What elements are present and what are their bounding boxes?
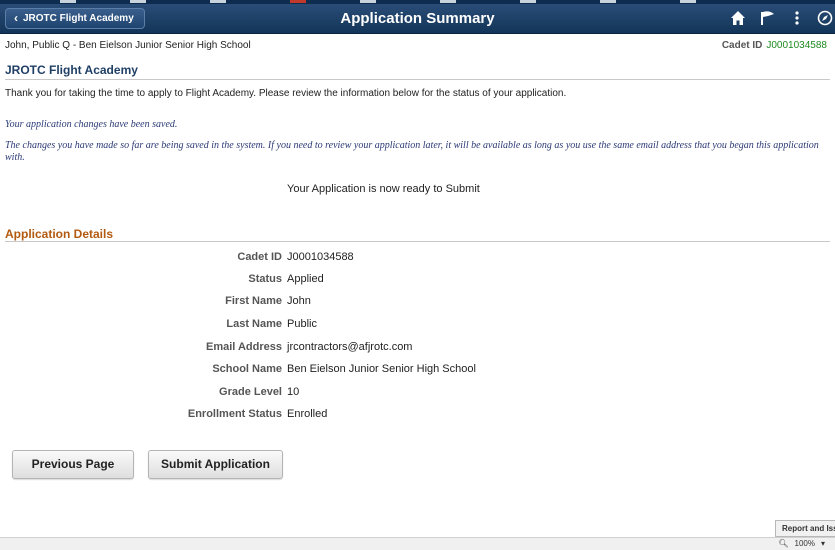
detail-value: jrcontractors@afjrotc.com bbox=[287, 341, 413, 353]
detail-value: Applied bbox=[287, 273, 324, 285]
detail-row: Enrollment Status Enrolled bbox=[0, 405, 835, 425]
detail-label: Status bbox=[248, 273, 282, 285]
details-section-title: Application Details bbox=[5, 227, 114, 241]
back-button-label: JROTC Flight Academy bbox=[23, 13, 134, 24]
section-title: JROTC Flight Academy bbox=[5, 63, 138, 77]
submit-application-button[interactable]: Submit Application bbox=[148, 450, 283, 479]
chevron-left-icon: ‹ bbox=[14, 11, 18, 25]
detail-label: Cadet ID bbox=[237, 251, 282, 263]
detail-value: John bbox=[287, 295, 311, 307]
more-vertical-icon[interactable] bbox=[787, 10, 807, 28]
detail-row: First Name John bbox=[0, 292, 835, 312]
detail-label: First Name bbox=[225, 295, 282, 307]
chevron-down-icon: ▾ bbox=[820, 539, 825, 548]
zoom-level: 100% bbox=[794, 539, 815, 548]
cadet-id-display: Cadet ID J0001034588 bbox=[722, 40, 827, 51]
detail-row: Last Name Public bbox=[0, 315, 835, 335]
zoom-control[interactable]: 🔍︎ 100% ▾ bbox=[778, 539, 825, 548]
previous-page-button[interactable]: Previous Page bbox=[12, 450, 134, 479]
detail-label: Last Name bbox=[226, 318, 282, 330]
detail-label: Grade Level bbox=[219, 386, 282, 398]
detail-row: Status Applied bbox=[0, 270, 835, 290]
detail-value: 10 bbox=[287, 386, 300, 398]
detail-row: Grade Level 10 bbox=[0, 383, 835, 403]
detail-value: J0001034588 bbox=[287, 251, 354, 263]
detail-label: Email Address bbox=[205, 341, 282, 353]
section-divider bbox=[5, 79, 830, 80]
detail-row: Email Address jrcontractors@afjrotc.com bbox=[0, 338, 835, 358]
compass-icon[interactable] bbox=[815, 10, 835, 28]
browser-status-bar: 🔍︎ 100% ▾ bbox=[0, 537, 835, 550]
saved-message: Your application changes have been saved… bbox=[5, 119, 178, 130]
zoom-icon: 🔍︎ bbox=[778, 539, 789, 548]
details-divider bbox=[5, 241, 830, 242]
detail-label: Enrollment Status bbox=[187, 408, 282, 420]
detail-value: Ben Eielson Junior Senior High School bbox=[287, 363, 476, 375]
student-info-bar: John, Public Q - Ben Eielson Junior Seni… bbox=[0, 35, 835, 55]
app-header: Application Summary ‹ JROTC Flight Acade… bbox=[0, 4, 835, 34]
home-icon[interactable] bbox=[728, 10, 748, 28]
report-issue-button[interactable]: Report and Issue bbox=[775, 520, 835, 537]
detail-row: Cadet ID J0001034588 bbox=[0, 248, 835, 268]
detail-row: School Name Ben Eielson Junior Senior Hi… bbox=[0, 360, 835, 380]
cadet-id-label: Cadet ID bbox=[721, 40, 763, 51]
detail-value: Public bbox=[287, 318, 317, 330]
detail-value: Enrolled bbox=[287, 408, 328, 420]
cadet-id-value: J0001034588 bbox=[766, 40, 827, 51]
student-name-school: John, Public Q - Ben Eielson Junior Seni… bbox=[5, 40, 251, 51]
intro-text: Thank you for taking the time to apply t… bbox=[5, 88, 567, 99]
flag-icon[interactable] bbox=[758, 10, 778, 28]
back-button[interactable]: ‹ JROTC Flight Academy bbox=[5, 8, 145, 29]
ready-message: Your Application is now ready to Submit bbox=[287, 183, 480, 195]
detail-label: School Name bbox=[212, 363, 282, 375]
saved-detail-message: The changes you have made so far are bei… bbox=[5, 140, 819, 163]
application-details: Cadet ID J0001034588 Status Applied Firs… bbox=[0, 244, 835, 420]
